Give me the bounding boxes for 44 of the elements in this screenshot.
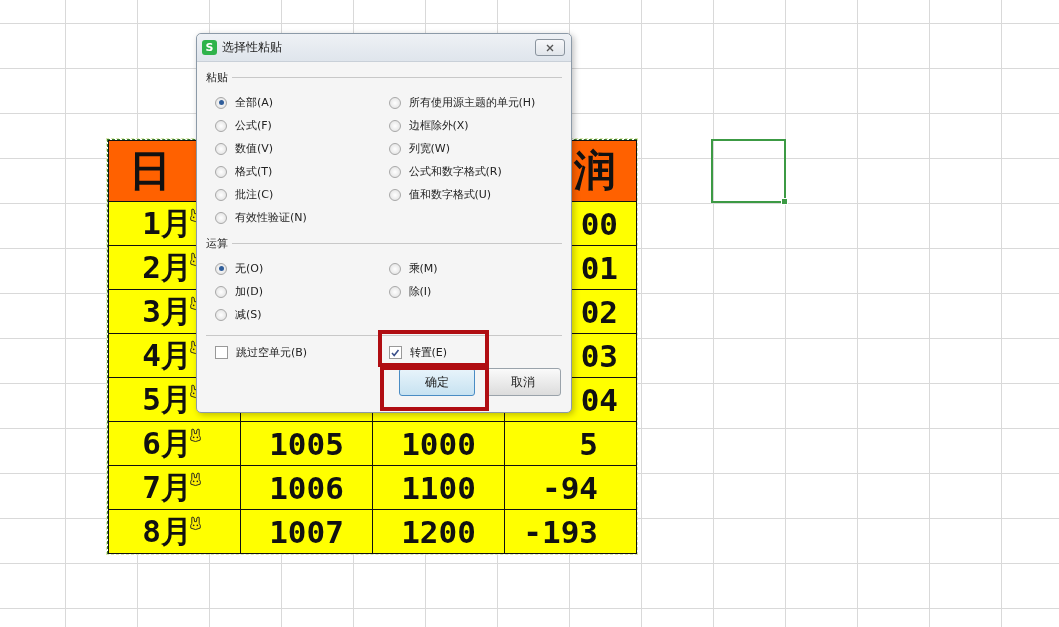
app-icon: S (202, 40, 217, 55)
radio-button[interactable] (388, 285, 401, 298)
checkbox[interactable] (215, 346, 228, 359)
radio-option[interactable]: 公式(F) (215, 114, 389, 137)
rabbit-icon (189, 428, 202, 443)
table-cell: 6月 (108, 421, 241, 466)
radio-button[interactable] (215, 285, 227, 298)
table-cell: -94 (504, 465, 637, 510)
radio-button[interactable] (388, 165, 401, 178)
radio-button[interactable] (215, 211, 227, 224)
table-cell: 1006 (240, 465, 373, 510)
group-label: 粘贴 (206, 69, 228, 85)
close-icon (545, 43, 555, 52)
table-cell: 8月 (108, 509, 241, 554)
radio-button[interactable] (215, 96, 227, 109)
radio-button[interactable] (215, 119, 227, 132)
checkbox[interactable] (388, 346, 402, 359)
table-cell: 1005 (240, 421, 373, 466)
window-title: 选择性粘贴 (222, 39, 283, 56)
radio-option[interactable]: 全部(A) (215, 91, 389, 114)
table-cell: 1200 (372, 509, 505, 554)
radio-button[interactable] (215, 188, 227, 201)
radio-option[interactable]: 边框除外(X) (388, 114, 562, 137)
close-button[interactable] (535, 39, 565, 56)
table-cell: 1100 (372, 465, 505, 510)
radio-button[interactable] (215, 262, 227, 275)
radio-button[interactable] (388, 119, 401, 132)
table-cell: 1007 (240, 509, 373, 554)
table-cell: 5 (504, 421, 637, 466)
radio-button[interactable] (215, 308, 227, 321)
table-cell: 1000 (372, 421, 505, 466)
radio-button[interactable] (388, 262, 401, 275)
table-cell: 7月 (108, 465, 241, 510)
radio-button[interactable] (215, 142, 227, 155)
radio-button[interactable] (388, 96, 401, 109)
radio-button[interactable] (388, 142, 401, 155)
rabbit-icon (189, 472, 202, 487)
rabbit-icon (189, 516, 202, 531)
radio-button[interactable] (215, 165, 227, 178)
selected-cell[interactable] (711, 139, 786, 203)
radio-button[interactable] (388, 188, 401, 201)
table-cell: -193 (504, 509, 637, 554)
radio-option[interactable]: 所有使用源主题的单元(H) (388, 91, 562, 114)
ok-button[interactable]: 确定 (399, 368, 475, 396)
